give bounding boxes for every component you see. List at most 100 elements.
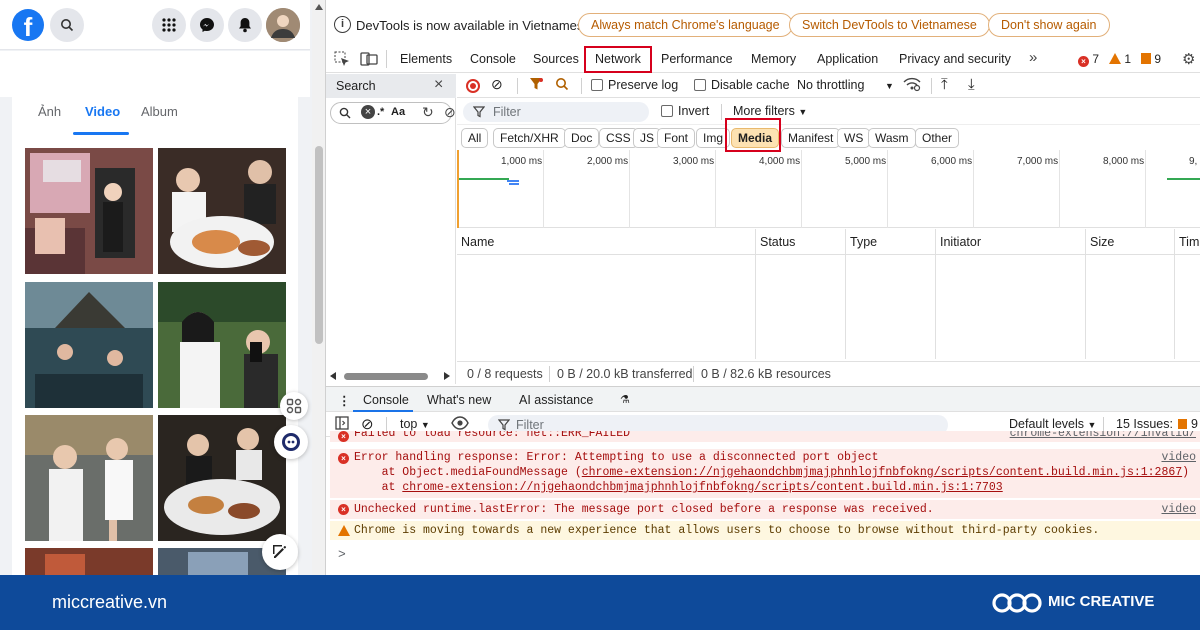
tab-photos[interactable]: Ảnh xyxy=(38,104,61,119)
scroll-up-arrow-icon[interactable] xyxy=(315,4,323,10)
filter-placeholder: Filter xyxy=(493,105,521,119)
photo-tabs: Ảnh Video Album xyxy=(12,97,298,137)
column-size[interactable]: Size xyxy=(1090,235,1114,249)
type-filter-all[interactable]: All xyxy=(461,128,489,148)
cancel-search-icon[interactable]: ⊘ xyxy=(444,104,456,121)
type-filter-ws[interactable]: WS xyxy=(837,128,871,148)
video-thumbnail[interactable] xyxy=(158,148,286,274)
network-conditions-icon[interactable] xyxy=(903,76,921,95)
close-icon[interactable]: × xyxy=(434,76,443,94)
type-filter-doc[interactable]: Doc xyxy=(564,128,600,148)
console-error-row: × Unchecked runtime.lastError: The messa… xyxy=(330,500,1200,519)
more-filters-dropdown[interactable]: More filters ▼ xyxy=(733,104,807,118)
tab-performance[interactable]: Performance xyxy=(661,52,733,66)
tab-sources[interactable]: Sources xyxy=(533,52,579,66)
scroll-left-arrow-icon[interactable] xyxy=(330,372,336,380)
menu-grid-icon[interactable] xyxy=(152,8,186,42)
video-thumbnail[interactable] xyxy=(158,415,286,541)
issues-count[interactable]: 9 xyxy=(1141,52,1161,66)
type-filter-css[interactable]: CSS xyxy=(599,128,638,148)
scrollbar-thumb[interactable] xyxy=(315,146,323,344)
stack-trace-link[interactable]: chrome-extension://njgehaondchbmjmajphnh… xyxy=(582,466,1182,479)
log-levels-dropdown[interactable]: Default levels ▼ xyxy=(1009,417,1096,431)
notifications-bell-icon[interactable] xyxy=(228,8,262,42)
column-type[interactable]: Type xyxy=(850,235,877,249)
invert-checkbox[interactable]: Invert xyxy=(661,104,709,118)
drawer-tab-whats-new[interactable]: What's new xyxy=(427,393,491,407)
dont-show-again-button[interactable]: Don't show again xyxy=(988,13,1110,37)
compose-edit-icon[interactable] xyxy=(262,534,298,570)
apps-icon[interactable] xyxy=(280,392,308,420)
regex-toggle[interactable]: .* xyxy=(377,106,384,118)
throttling-select[interactable]: No throttling xyxy=(797,78,864,92)
search-icon[interactable] xyxy=(50,8,84,42)
toolbar-divider xyxy=(721,104,722,120)
video-thumbnail[interactable] xyxy=(25,282,153,408)
tab-videos[interactable]: Video xyxy=(85,104,120,119)
drawer-menu-icon[interactable]: ⋮ xyxy=(338,393,351,408)
tab-memory[interactable]: Memory xyxy=(751,52,796,66)
type-filter-wasm[interactable]: Wasm xyxy=(868,128,916,148)
drawer-tab-console[interactable]: Console xyxy=(363,393,409,407)
always-match-language-button[interactable]: Always match Chrome's language xyxy=(578,13,793,37)
profile-avatar[interactable] xyxy=(266,8,300,42)
warning-count[interactable]: 1 xyxy=(1109,52,1131,66)
sidebar-hscrollbar[interactable] xyxy=(326,370,456,382)
type-filter-other[interactable]: Other xyxy=(915,128,960,148)
column-status[interactable]: Status xyxy=(760,235,795,249)
error-count-value: 7 xyxy=(1092,52,1100,66)
more-tabs-chevron-icon[interactable]: » xyxy=(1029,49,1037,66)
video-thumbnail[interactable] xyxy=(158,282,286,408)
hscrollbar-thumb[interactable] xyxy=(344,373,428,380)
filter-funnel-icon[interactable] xyxy=(529,77,543,94)
tab-console[interactable]: Console xyxy=(470,52,516,66)
refresh-icon[interactable]: ↻ xyxy=(422,104,434,121)
message-source-link[interactable]: video xyxy=(1161,503,1196,516)
error-count[interactable]: × 7 xyxy=(1078,52,1100,67)
chat-bot-icon[interactable] xyxy=(274,425,308,459)
tab-albums[interactable]: Album xyxy=(141,104,178,119)
context-selector[interactable]: top ▼ xyxy=(400,417,430,431)
inspect-element-icon[interactable] xyxy=(334,51,350,70)
footer-website[interactable]: miccreative.vn xyxy=(52,592,167,613)
match-case-toggle[interactable]: Aa xyxy=(391,106,405,118)
clear-log-icon[interactable]: ⊘ xyxy=(491,76,503,93)
message-source-link[interactable]: chrome-extension://invalid/ xyxy=(1010,431,1196,440)
search-network-icon[interactable] xyxy=(555,77,569,94)
export-har-icon[interactable]: ⤓ xyxy=(968,76,975,93)
tab-application[interactable]: Application xyxy=(817,52,878,66)
clear-search-icon[interactable]: × xyxy=(361,105,375,119)
column-time[interactable]: Tim xyxy=(1179,235,1199,249)
type-filter-manifest[interactable]: Manifest xyxy=(781,128,841,148)
drawer-tab-ai-assistance[interactable]: AI assistance xyxy=(519,393,593,407)
preserve-log-checkbox[interactable]: Preserve log xyxy=(591,78,678,92)
scroll-right-arrow-icon[interactable] xyxy=(444,372,450,380)
footer-brand-name: MIC CREATIVE xyxy=(1048,593,1155,610)
network-filter-input[interactable]: Filter xyxy=(463,102,649,122)
experimental-flask-icon: ⚗ xyxy=(620,394,630,406)
video-thumbnail[interactable] xyxy=(25,548,153,575)
facebook-logo[interactable]: f xyxy=(12,9,44,41)
column-name[interactable]: Name xyxy=(461,235,494,249)
issues-button[interactable]: 15 Issues: 9 xyxy=(1116,417,1198,431)
messenger-icon[interactable] xyxy=(190,8,224,42)
tab-elements[interactable]: Elements xyxy=(400,52,452,66)
device-toolbar-icon[interactable] xyxy=(360,51,378,70)
type-filter-fetch-xhr[interactable]: Fetch/XHR xyxy=(493,128,566,148)
console-error-row: × Error handling response: Error: Attemp… xyxy=(330,449,1200,498)
page-scrollbar[interactable] xyxy=(312,0,325,575)
record-stop-icon[interactable] xyxy=(466,79,480,93)
disable-cache-checkbox[interactable]: Disable cache xyxy=(694,78,790,92)
settings-gear-icon[interactable]: ⚙ xyxy=(1182,50,1195,68)
chevron-down-icon[interactable]: ▼ xyxy=(885,81,894,91)
video-thumbnail[interactable] xyxy=(25,148,153,274)
type-filter-font[interactable]: Font xyxy=(657,128,696,148)
switch-to-vietnamese-button[interactable]: Switch DevTools to Vietnamese xyxy=(789,13,990,37)
stack-trace-link[interactable]: chrome-extension://njgehaondchbmjmajphnh… xyxy=(402,481,1002,494)
tab-privacy-and-security[interactable]: Privacy and security xyxy=(899,52,1011,66)
column-initiator[interactable]: Initiator xyxy=(940,235,981,249)
video-thumbnail[interactable] xyxy=(25,415,153,541)
console-prompt[interactable]: > xyxy=(338,547,346,562)
message-source-link[interactable]: video xyxy=(1161,451,1196,464)
import-har-icon[interactable]: ⤒ xyxy=(941,76,948,93)
